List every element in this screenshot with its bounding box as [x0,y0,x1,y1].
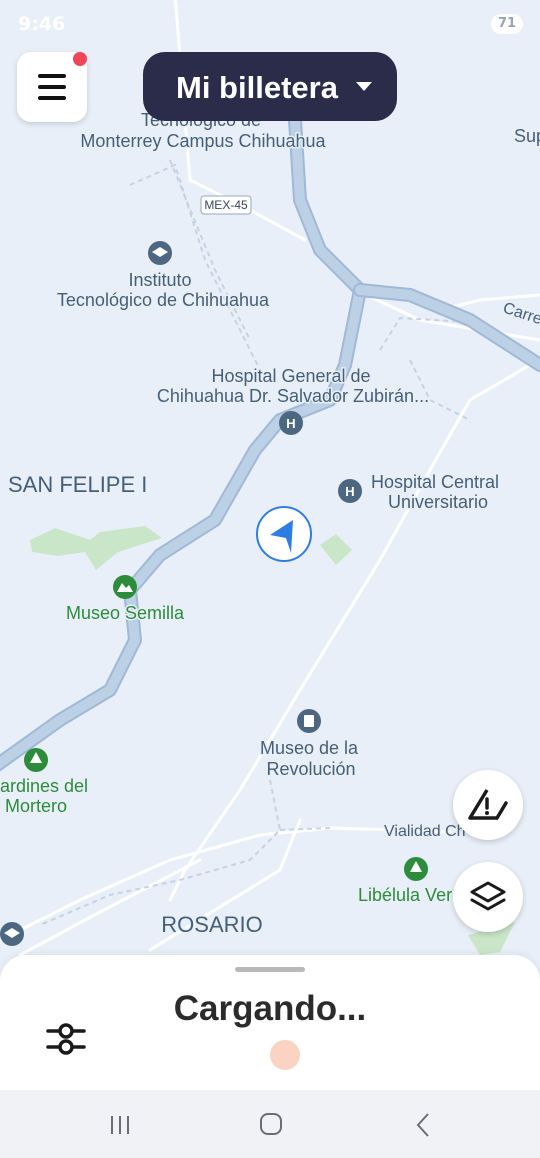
hospital-general-label-2: Chihuahua Dr. Salvador Zubirán... [157,386,429,406]
school-marker-bottom-left[interactable] [0,922,24,946]
layers-icon [470,881,506,911]
system-navigation-bar [0,1090,540,1158]
layers-button[interactable] [453,862,523,932]
status-time: 9:46 [18,13,66,35]
mex45-label: MEX-45 [204,198,248,212]
san-felipe-label: SAN FELIPE I [8,472,147,497]
caret-down-icon [356,82,372,91]
warning-report-icon [468,789,508,820]
notification-dot [73,52,87,66]
rosario-label: ROSARIO [161,912,262,937]
hospital-central-label-1: Hospital Central [371,472,499,492]
school-marker-itch[interactable] [148,241,172,265]
report-button[interactable] [453,770,523,840]
hospital-marker-general[interactable]: H [279,411,303,435]
tec-monterrey-label-2: Monterrey Campus Chihuahua [80,131,326,151]
hospital-general-label-1: Hospital General de [211,366,370,386]
current-location-marker[interactable] [256,506,312,562]
recent-apps-button[interactable] [100,1104,140,1144]
hospital-central-label-2: Universitario [388,492,488,512]
recent-apps-icon [111,1116,129,1134]
park-marker-semilla[interactable] [113,575,137,599]
itch-label-1: Instituto [128,270,191,290]
hospital-marker-central[interactable]: H [338,479,362,503]
wallet-label: Mi billetera [176,70,338,105]
museum-marker-revolucion[interactable] [297,709,321,733]
highway-shield-mex45: MEX-45 [200,195,252,215]
park-marker-jardines[interactable] [24,748,48,772]
back-icon [416,1113,429,1137]
home-button[interactable] [251,1104,291,1144]
back-button[interactable] [403,1104,443,1144]
svg-text:H: H [286,416,295,431]
battery-indicator: 71 [491,14,523,34]
park-marker-libelula[interactable] [404,857,428,881]
sheet-drag-handle[interactable] [235,967,305,972]
jardines-label-2: Mortero [5,796,67,816]
status-bar: 9:46 71 [0,0,540,48]
museo-revolucion-label-1: Museo de la [260,738,359,758]
loading-text: Cargando... [173,989,367,1028]
jardines-label-1: ardines del [0,776,88,796]
itch-label-2: Tecnológico de Chihuahua [57,290,270,310]
libelula-label: Libélula Ver [358,885,452,905]
loading-indicator [270,1040,300,1070]
home-icon [260,1113,282,1135]
sup-label: Sup [514,126,540,146]
museo-revolucion-label-2: Revolución [266,759,355,779]
museo-semilla-label: Museo Semilla [66,603,185,623]
bottom-sheet[interactable]: Cargando... [0,955,540,1090]
svg-text:H: H [345,484,354,499]
wallet-dropdown-button[interactable]: Mi billetera [143,52,397,121]
